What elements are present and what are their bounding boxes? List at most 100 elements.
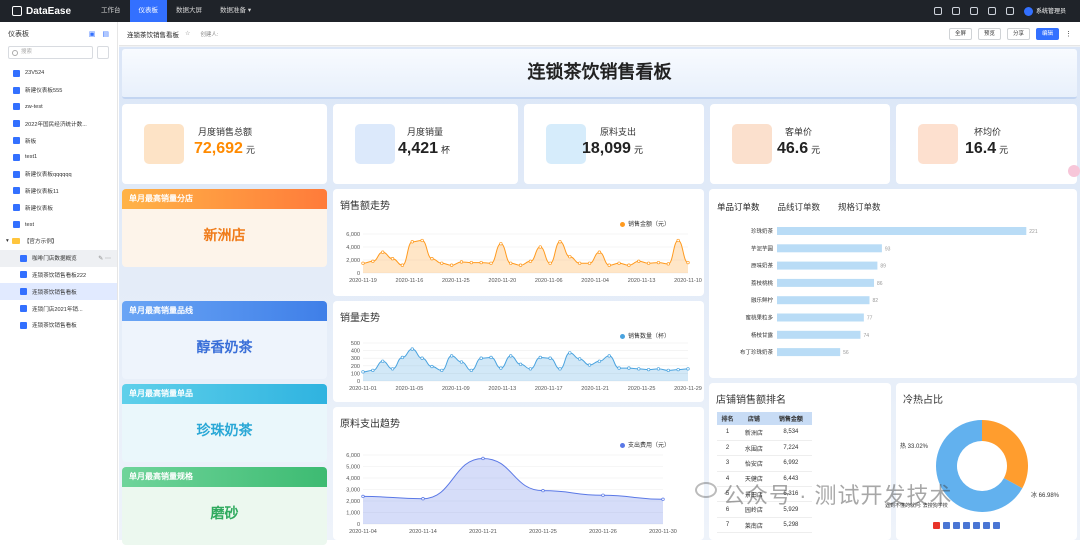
new-dashboard-icon[interactable]: ▤ <box>102 30 109 38</box>
data-label: 86 <box>877 281 883 287</box>
tree-item[interactable]: test <box>0 216 117 233</box>
creator-label: 创建人: <box>200 31 219 38</box>
punct-icon[interactable] <box>953 522 960 529</box>
bar <box>777 278 875 287</box>
tab-item-orders[interactable]: 单品订单数 <box>717 201 760 213</box>
sidebar-title: 仪表板 <box>8 31 29 38</box>
more-actions-icon[interactable]: ✎ ⋯ <box>98 255 111 262</box>
slice-label: 冰 66.98% <box>1031 491 1060 499</box>
edit-button[interactable]: 编辑 <box>1035 27 1059 40</box>
chart-title: 销量走势 <box>340 313 380 324</box>
dashboard-toolbar: 连锁茶饮销售看板 ☆ 创建人: 全屏 预览 分享 编辑 ⋮ <box>119 22 1080 46</box>
preview-button[interactable]: 预览 <box>977 27 1001 40</box>
data-point <box>390 257 395 261</box>
money-icon <box>144 124 184 164</box>
notification-icon[interactable] <box>987 6 996 15</box>
tree-item[interactable]: 新建仪表板555 <box>0 82 117 99</box>
tree-item[interactable]: 连锁茶饮销售看板 <box>0 317 117 334</box>
volume-trend-card: 销量走势 销售数量（杯） 0 100 200 300 400 500 2020-11-01 2… <box>333 301 704 402</box>
tree-item[interactable]: 2022年国民经济统计数... <box>0 115 117 132</box>
x-tick-label: 2020-11-10 <box>674 278 702 284</box>
nav-workbench[interactable]: 工作台 <box>92 0 130 22</box>
best-card-value: 磨砂 <box>210 505 239 521</box>
star-icon[interactable]: ☆ <box>185 30 190 37</box>
tab-line-orders[interactable]: 品线订单数 <box>778 201 821 213</box>
data-point <box>469 368 473 373</box>
data-point <box>617 261 621 265</box>
data-point <box>538 245 542 249</box>
chinese-mode-icon[interactable] <box>943 522 950 529</box>
tree-item[interactable]: 连锁门店2021年销... <box>0 300 117 317</box>
data-point <box>548 261 552 265</box>
share-button[interactable]: 分享 <box>1006 27 1030 40</box>
data-point <box>449 354 454 358</box>
help-icon[interactable] <box>1005 6 1014 15</box>
data-point <box>509 354 513 358</box>
tree-item[interactable]: 连锁茶饮销售看板222 <box>0 267 117 284</box>
robot-icon[interactable] <box>933 6 942 15</box>
tree-item[interactable]: zw-test <box>0 99 117 116</box>
data-point <box>489 261 493 265</box>
bar <box>777 296 870 305</box>
floating-assistant-button[interactable] <box>1068 165 1080 177</box>
x-tick-label: 2020-11-26 <box>589 529 617 535</box>
more-icon[interactable]: ⋮ <box>1065 30 1072 38</box>
chart-up-icon <box>355 124 395 164</box>
tree-item[interactable]: 新建仪表板11 <box>0 183 117 200</box>
tab-spec-orders[interactable]: 规格订单数 <box>838 201 881 213</box>
tree-item[interactable]: test1 <box>0 149 117 166</box>
x-tick-label: 2020-11-04 <box>581 278 609 284</box>
ai-icon[interactable] <box>951 6 960 15</box>
user-menu[interactable]: 系统管理员 <box>1023 6 1066 16</box>
category-label: 芋泥芋圆 <box>751 244 774 252</box>
legend-dot <box>620 221 625 227</box>
dashboard-icon <box>13 103 20 111</box>
table-cell: 8,534 <box>769 425 812 441</box>
fullscreen-button[interactable]: 全屏 <box>948 27 972 40</box>
table-cell: 怡安店 <box>738 455 770 472</box>
data-point <box>371 368 375 373</box>
y-tick-label: 6,000 <box>346 232 360 238</box>
search-input[interactable]: 搜索 <box>8 46 93 59</box>
tree-folder[interactable]: ▾ 【官方示例】 <box>0 233 117 250</box>
bar <box>777 261 878 270</box>
tree-item-selected[interactable]: 连锁茶饮销售看板 <box>0 283 117 301</box>
data-point <box>459 360 464 364</box>
dashboard-name: 连锁茶饮销售看板 <box>127 31 179 39</box>
legend-dot <box>620 442 625 448</box>
volume-trend-chart: 0 100200 300400 500 2020-11-01 2020-11-05 2020… <box>349 341 702 392</box>
x-tick-label: 2020-11-17 <box>535 386 563 392</box>
data-label: 56 <box>843 350 849 356</box>
skin-icon[interactable] <box>983 522 990 529</box>
chart-title: 店铺销售额排名 <box>716 395 786 406</box>
mic-icon[interactable] <box>963 522 970 529</box>
brand-logo[interactable]: DataEase <box>12 6 92 17</box>
tree-item[interactable]: 新建仪表板 <box>0 199 117 216</box>
sort-button[interactable] <box>97 46 109 59</box>
dashboard-icon <box>13 86 20 94</box>
best-card-value: 醇香奶茶 <box>196 339 253 355</box>
data-point <box>361 370 365 374</box>
data-point <box>420 356 424 360</box>
sogou-icon[interactable] <box>933 522 940 529</box>
best-card-value: 珍珠奶茶 <box>196 422 253 438</box>
bar <box>777 227 1027 235</box>
tree-item[interactable]: 新板 <box>0 132 117 149</box>
new-folder-icon[interactable]: ▣ <box>89 30 96 38</box>
tree-item[interactable]: 23V524 <box>0 65 117 82</box>
y-tick-label: 4,000 <box>346 245 360 251</box>
nav-screen[interactable]: 数据大屏 <box>167 0 211 22</box>
data-point <box>430 364 434 369</box>
x-tick-label: 2020-11-13 <box>488 386 516 392</box>
nav-dashboard[interactable]: 仪表板 <box>129 0 167 22</box>
tree-item[interactable]: 新建仪表板qqqqqq <box>0 166 117 183</box>
sales-trend-card: 销售额走势 销售金额（元） 0 2,000 4,000 6,000 2020-11-19… <box>333 189 704 296</box>
nav-data-prep[interactable]: 数据准备 ▾ <box>211 0 260 22</box>
table-cell: 新洲店 <box>738 425 770 441</box>
data-point <box>646 367 651 372</box>
chart-title: 原料支出趋势 <box>340 419 400 430</box>
keyboard-icon[interactable] <box>973 522 980 529</box>
toolbox-icon[interactable] <box>993 522 1000 529</box>
tree-item[interactable]: 咖啡门店数据概览 ✎ ⋯ <box>0 249 117 267</box>
download-icon[interactable] <box>969 6 978 15</box>
